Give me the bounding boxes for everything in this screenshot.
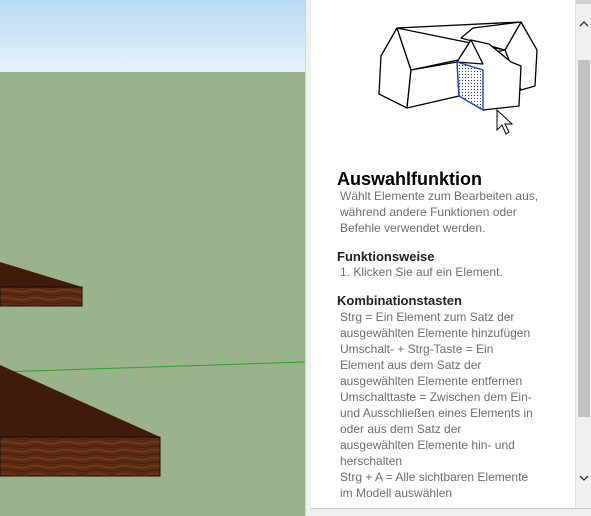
modifier-line: ausgewählten Elemente entfernen bbox=[340, 374, 523, 388]
chevron-down-icon bbox=[579, 475, 589, 481]
modifier-line: herschalten bbox=[340, 454, 403, 468]
scroll-up-button[interactable] bbox=[576, 12, 591, 36]
modifier-line: Umschalt- + Strg-Taste = Ein bbox=[340, 342, 494, 356]
modifier-line: ausgewählten Elemente hin- und bbox=[340, 438, 515, 452]
house-select-illustration bbox=[378, 21, 538, 135]
tool-description: Wählt Elemente zum Bearbeiten aus, währe… bbox=[340, 189, 539, 235]
scrollbar-cap bbox=[576, 0, 591, 4]
scroll-thumb[interactable] bbox=[578, 60, 590, 417]
panel-scrollbar[interactable] bbox=[575, 0, 591, 508]
modifier-line: oder aus dem Satz der bbox=[340, 422, 462, 436]
modifier-line: im Modell auswählen bbox=[340, 486, 453, 500]
arrow-cursor-icon bbox=[496, 108, 514, 135]
viewport-canvas[interactable] bbox=[0, 0, 305, 516]
lower-board-side bbox=[0, 436, 161, 477]
model-viewport[interactable] bbox=[0, 0, 305, 516]
instructor-panel: Auswahlfunktion Wählt Elemente zum Bearb… bbox=[311, 0, 575, 508]
upper-board-side bbox=[0, 286, 83, 307]
panel-bottom-border bbox=[311, 508, 591, 516]
modifier-line: Strg = Ein Element zum Satz der bbox=[340, 310, 515, 324]
modifier-line: Umschalttaste = Zwischen dem Ein- bbox=[340, 390, 532, 404]
modifier-line: ausgewählten Elemente hinzufügen bbox=[340, 326, 531, 340]
scroll-down-button[interactable] bbox=[576, 466, 591, 490]
section-heading-operation: Funktionsweise bbox=[337, 249, 435, 264]
sky bbox=[0, 0, 305, 72]
operation-step: 1. Klicken Sie auf ein Element. bbox=[340, 265, 503, 279]
tool-title: Auswahlfunktion bbox=[337, 169, 482, 189]
modifier-line: Strg + A = Alle sichtbaren Elemente bbox=[340, 470, 529, 484]
chevron-up-icon bbox=[579, 21, 589, 27]
modifier-line: und Ausschließen eines Elements in bbox=[340, 406, 533, 420]
modifier-line: Element aus dem Satz der bbox=[340, 358, 482, 372]
section-heading-modifier-keys: Kombinationstasten bbox=[337, 293, 462, 308]
